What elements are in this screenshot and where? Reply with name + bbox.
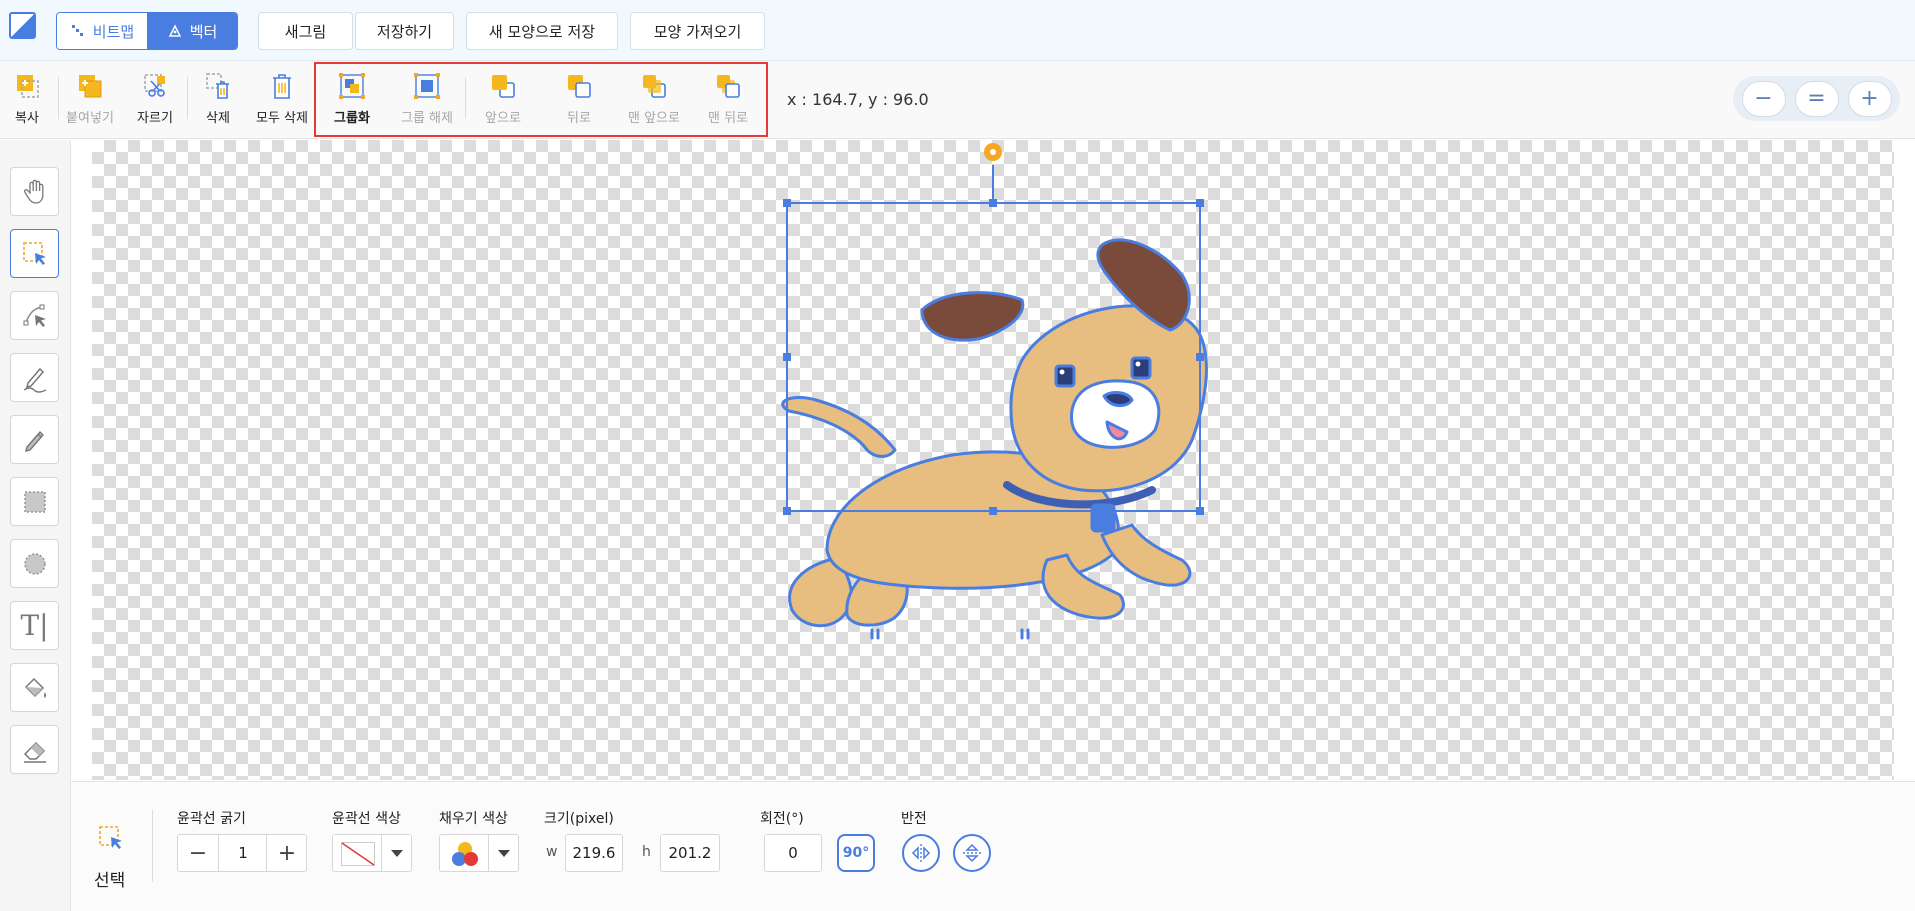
brush-tool[interactable]	[10, 415, 59, 464]
reshape-tool[interactable]	[10, 291, 59, 340]
outline-color-picker[interactable]	[332, 834, 412, 872]
bitmap-mode-label: 비트맵	[92, 22, 135, 41]
paste-button[interactable]: 붙여넣기	[56, 71, 124, 131]
delete-label: 삭제	[206, 111, 230, 126]
outline-width-increase-button[interactable]: +	[267, 834, 307, 872]
rotation-label: 회전(°)	[760, 811, 804, 827]
resize-handle[interactable]	[1196, 199, 1204, 207]
height-label: h	[642, 844, 651, 860]
top-bar: 비트맵 벡터 새그림 저장하기 새 모양으로 저장 모양 가져오기	[0, 0, 1915, 61]
resize-handle[interactable]	[783, 507, 791, 515]
resize-handle[interactable]	[989, 507, 997, 515]
resize-handle[interactable]	[989, 199, 997, 207]
vector-mode-label: 벡터	[189, 22, 218, 41]
save-as-new-shape-button[interactable]: 새 모양으로 저장	[466, 12, 618, 50]
app-logo-icon	[9, 12, 36, 39]
outline-width-decrease-button[interactable]: −	[178, 834, 218, 872]
flip-vertical-button[interactable]	[953, 834, 991, 872]
resize-handle[interactable]	[783, 353, 791, 361]
save-button[interactable]: 저장하기	[355, 12, 454, 50]
flip-horizontal-icon	[911, 844, 931, 862]
current-tool-name: 선택	[94, 871, 126, 891]
dog-drawing[interactable]	[781, 238, 1208, 640]
select-tool[interactable]	[10, 229, 59, 278]
copy-label: 복사	[15, 111, 39, 126]
paste-label: 붙여넣기	[66, 111, 114, 126]
vector-mode-button[interactable]: 벡터	[147, 13, 237, 49]
rotation-input[interactable]: 0	[764, 834, 822, 872]
text-tool[interactable]: T|	[10, 601, 59, 650]
fill-tool[interactable]	[10, 663, 59, 712]
resize-handle[interactable]	[783, 199, 791, 207]
pen-icon	[23, 367, 46, 393]
zoom-reset-button[interactable]: =	[1794, 80, 1839, 117]
circle-tool[interactable]	[10, 539, 59, 588]
new-drawing-button[interactable]: 새그림	[258, 12, 353, 50]
no-color-swatch-icon	[341, 842, 375, 866]
mode-toggle: 비트맵 벡터	[56, 12, 238, 50]
delete-button[interactable]: 삭제	[184, 71, 252, 131]
panel-divider	[152, 810, 153, 882]
fill-color-picker[interactable]	[439, 834, 519, 872]
paste-icon	[79, 75, 102, 98]
import-shape-button[interactable]: 모양 가져오기	[630, 12, 765, 50]
copy-button[interactable]: 복사	[0, 71, 61, 131]
resize-handle[interactable]	[1196, 353, 1204, 361]
cursor-coordinates: x : 164.7, y : 96.0	[787, 90, 929, 109]
flip-label: 반전	[901, 811, 927, 827]
bitmap-icon	[71, 25, 83, 36]
flip-horizontal-button[interactable]	[902, 834, 940, 872]
pencil-icon	[24, 430, 44, 452]
delete-all-label: 모두 삭제	[256, 111, 308, 126]
outline-width-input[interactable]: 1	[219, 834, 267, 872]
outline-color-label: 윤곽선 색상	[332, 811, 401, 827]
chevron-down-icon	[391, 850, 403, 857]
size-label: 크기(pixel)	[544, 811, 614, 827]
text-icon: T|	[20, 609, 49, 642]
properties-panel: 선택 윤곽선 굵기 − 1 + 윤곽선 색상 채우기 색상 크기(pixel) …	[71, 781, 1915, 911]
width-input[interactable]: 219.6	[565, 834, 623, 872]
drawing-canvas[interactable]	[92, 140, 1894, 780]
hand-tool[interactable]	[10, 167, 59, 216]
rotate-90-button[interactable]: 90°	[837, 834, 875, 872]
fill-color-label: 채우기 색상	[439, 811, 508, 827]
delete-all-button[interactable]: 모두 삭제	[248, 71, 316, 131]
height-input[interactable]: 201.2	[660, 834, 720, 872]
circle-icon	[23, 552, 46, 575]
eraser-icon	[23, 741, 46, 763]
bitmap-mode-button[interactable]: 비트맵	[57, 13, 147, 49]
hand-icon	[23, 179, 43, 204]
flip-vertical-icon	[963, 843, 981, 863]
eraser-tool[interactable]	[10, 725, 59, 774]
edit-toolbar: 복사 붙여넣기 자르기 삭제 모두 삭제 그룹화 그룹 해제 앞으로 뒤로 맨 …	[0, 61, 1915, 139]
trash-icon	[206, 73, 229, 99]
outline-width-label: 윤곽선 굵기	[177, 811, 246, 827]
arrange-tools-highlight	[314, 62, 768, 137]
cut-label: 자르기	[137, 111, 173, 126]
paint-bucket-icon	[24, 677, 46, 698]
resize-handle[interactable]	[1196, 507, 1204, 515]
pen-tool[interactable]	[10, 353, 59, 402]
width-label: w	[546, 844, 558, 860]
select-tool-icon	[99, 826, 122, 849]
scissors-icon	[144, 74, 165, 97]
zoom-in-button[interactable]: +	[1847, 80, 1892, 117]
tool-sidebar: T|	[0, 140, 71, 911]
cut-button[interactable]: 자르기	[121, 71, 189, 131]
zoom-out-button[interactable]: −	[1741, 80, 1786, 117]
rectangle-tool[interactable]	[10, 477, 59, 526]
rectangle-icon	[23, 490, 46, 513]
chevron-down-icon	[498, 850, 510, 857]
reshape-icon	[23, 304, 46, 327]
select-icon	[22, 241, 46, 265]
zoom-controls: − = +	[1733, 76, 1900, 121]
copy-icon	[17, 75, 39, 98]
canvas-artwork	[781, 143, 1208, 640]
color-palette-icon	[452, 842, 478, 866]
trash-all-icon	[273, 74, 291, 99]
vector-pen-icon	[168, 24, 181, 37]
